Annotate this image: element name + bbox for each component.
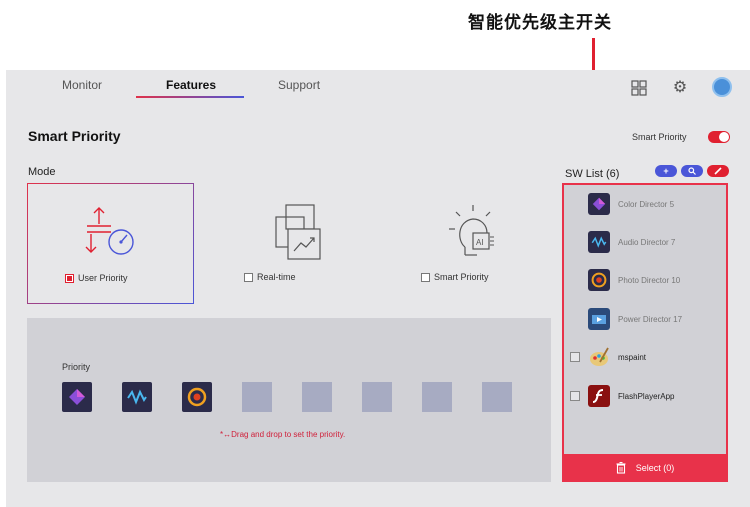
- smart-priority-toggle-label: Smart Priority: [632, 132, 687, 142]
- add-app-button[interactable]: +: [655, 165, 677, 177]
- select-button-label: Select (0): [635, 463, 675, 473]
- app-name: Power Director 17: [618, 314, 683, 324]
- mode-option-label: Smart Priority: [434, 272, 489, 282]
- list-item[interactable]: mspaint: [588, 346, 646, 368]
- priority-slot-empty[interactable]: [422, 382, 452, 412]
- mode-card-real-time[interactable]: Real-time: [210, 183, 377, 304]
- color-director-icon: [69, 389, 85, 405]
- priority-slot-empty[interactable]: [482, 382, 512, 412]
- list-item[interactable]: Photo Director 10: [588, 269, 680, 291]
- user-priority-icon: [85, 207, 134, 255]
- user-priority-checkbox[interactable]: User Priority: [65, 273, 128, 283]
- priority-slot-audio-director[interactable]: [122, 382, 152, 412]
- trash-icon: [616, 462, 626, 474]
- real-time-icon: [274, 204, 321, 260]
- avatar[interactable]: [712, 77, 732, 97]
- select-button[interactable]: Select (0): [562, 454, 728, 482]
- tab-features[interactable]: Features: [166, 78, 216, 92]
- mode-option-label: User Priority: [78, 273, 128, 283]
- power-director-icon: [588, 308, 610, 330]
- photo-director-icon: [588, 269, 610, 291]
- smart-priority-checkbox[interactable]: Smart Priority: [421, 272, 489, 282]
- priority-slot-photo-director[interactable]: [182, 382, 212, 412]
- search-icon: [688, 167, 696, 175]
- flash-player-icon: [588, 385, 610, 407]
- flashplayer-checkbox[interactable]: [570, 391, 580, 401]
- active-tab-indicator: [136, 96, 244, 98]
- checkbox-checked[interactable]: [65, 273, 74, 283]
- audio-director-icon: [127, 389, 147, 405]
- list-item[interactable]: FlashPlayerApp: [588, 385, 674, 407]
- priority-slot-color-director[interactable]: [62, 382, 92, 412]
- callout-annotation: 智能优先级主开关: [468, 13, 612, 33]
- sw-list-label: SW List (6): [565, 168, 620, 180]
- app-name: mspaint: [618, 352, 647, 362]
- drag-hint-icon: *↔: [220, 430, 232, 439]
- app-name: Audio Director 7: [618, 237, 676, 247]
- app-name: FlashPlayerApp: [618, 391, 675, 401]
- mspaint-checkbox[interactable]: [570, 352, 580, 362]
- mode-option-label: Real-time: [257, 272, 296, 282]
- grid-icon[interactable]: [629, 78, 649, 98]
- page-title: Smart Priority: [28, 128, 121, 144]
- audio-director-icon: [588, 231, 610, 253]
- priority-slot-empty[interactable]: [242, 382, 272, 412]
- pencil-icon: [714, 167, 722, 175]
- tab-support[interactable]: Support: [278, 78, 320, 92]
- list-item[interactable]: Power Director 17: [588, 308, 682, 330]
- priority-label: Priority: [62, 362, 91, 372]
- gear-icon[interactable]: ⚙: [670, 78, 690, 98]
- ai-lightbulb-icon: AI: [448, 205, 494, 256]
- sw-list-box: Color Director 5 Audio Director 7 Photo …: [562, 183, 728, 482]
- priority-slot-empty[interactable]: [362, 382, 392, 412]
- mode-card-smart-priority[interactable]: AI Smart Priority: [389, 183, 556, 304]
- smart-priority-toggle[interactable]: [708, 131, 730, 143]
- drag-hint-text: Drag and drop to set the priority.: [231, 430, 346, 439]
- edit-list-button[interactable]: [707, 165, 729, 177]
- list-item[interactable]: Color Director 5: [588, 193, 674, 215]
- list-item[interactable]: Audio Director 7: [588, 231, 675, 253]
- drag-hint: *↔Drag and drop to set the priority.: [220, 430, 345, 439]
- app-name: Photo Director 10: [618, 275, 681, 285]
- paint-palette-icon: [588, 346, 610, 368]
- mode-card-user-priority[interactable]: User Priority: [27, 183, 194, 304]
- checkbox-unchecked[interactable]: [244, 272, 253, 282]
- real-time-checkbox[interactable]: Real-time: [244, 272, 296, 282]
- tab-monitor[interactable]: Monitor: [62, 78, 102, 92]
- mode-label: Mode: [28, 166, 56, 178]
- priority-slot-empty[interactable]: [302, 382, 332, 412]
- photo-director-icon: [187, 387, 207, 407]
- app-name: Color Director 5: [618, 199, 675, 209]
- color-director-icon: [588, 193, 610, 215]
- priority-panel: [27, 318, 551, 482]
- svg-text:AI: AI: [476, 238, 484, 247]
- search-app-button[interactable]: [681, 165, 703, 177]
- checkbox-unchecked[interactable]: [421, 272, 430, 282]
